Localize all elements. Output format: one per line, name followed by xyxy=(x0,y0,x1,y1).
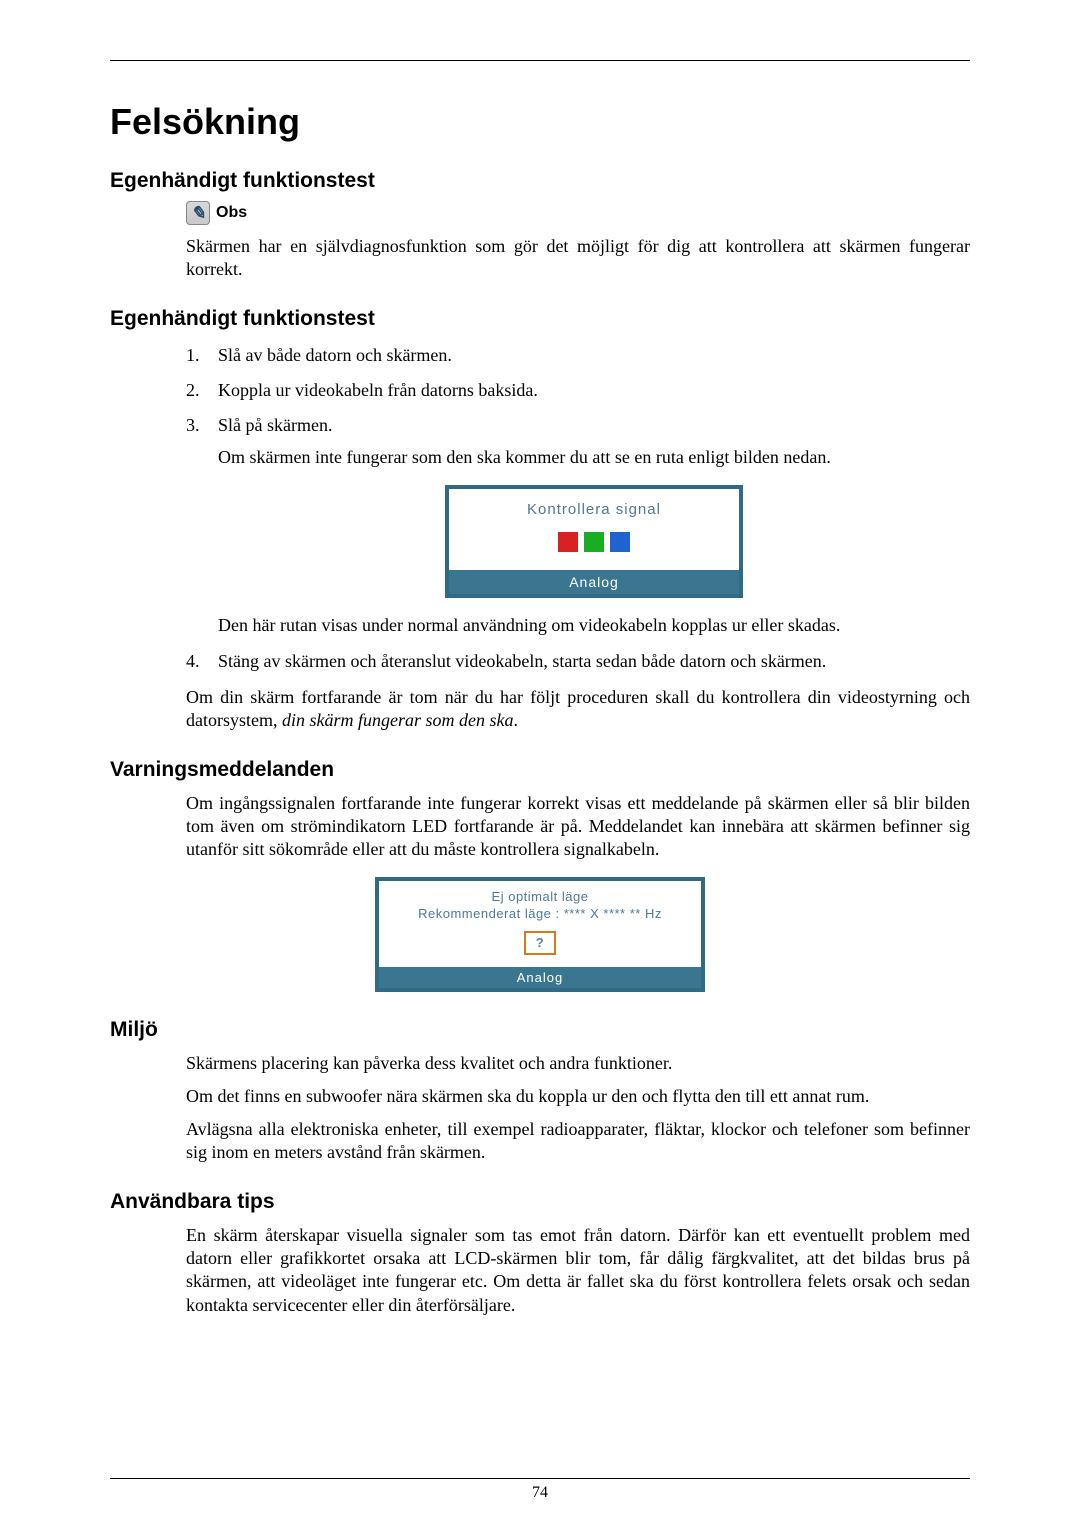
diagram2-help-icon: ? xyxy=(524,931,556,955)
bottom-rule xyxy=(110,1478,970,1479)
section-heading-warnings: Varningsmeddelanden xyxy=(110,758,970,782)
warnings-paragraph: Om ingångssignalen fortfarande inte fung… xyxy=(186,792,970,861)
step-1: Slå av både datorn och skärmen. xyxy=(186,345,970,366)
step-3-after-note: Den här rutan visas under normal användn… xyxy=(218,614,970,637)
diagram2-line2: Rekommenderat läge : **** X **** ** Hz xyxy=(387,906,693,921)
step-2-text: Koppla ur videokabeln från datorns baksi… xyxy=(218,380,538,400)
environment-p1: Skärmens placering kan påverka dess kval… xyxy=(186,1052,970,1075)
section-heading-selftest-steps: Egenhändigt funktionstest xyxy=(110,307,970,331)
section-heading-selftest-intro: Egenhändigt funktionstest xyxy=(110,169,970,193)
note-row: ✎ Obs xyxy=(186,201,970,225)
document-page: Felsökning Egenhändigt funktionstest ✎ O… xyxy=(0,0,1080,1527)
note-label: Obs xyxy=(216,204,247,222)
diagram-not-optimal: Ej optimalt läge Rekommenderat läge : **… xyxy=(110,877,970,992)
selftest-followup-suffix: . xyxy=(514,710,519,730)
green-square-icon xyxy=(584,532,604,552)
page-number: 74 xyxy=(0,1484,1080,1502)
section-heading-environment: Miljö xyxy=(110,1018,970,1042)
diagram2-footer: Analog xyxy=(379,967,701,988)
diagram1-title: Kontrollera signal xyxy=(459,501,729,518)
top-rule xyxy=(110,60,970,61)
diagram1-footer: Analog xyxy=(449,570,739,594)
note-icon: ✎ xyxy=(186,201,210,225)
diagram2-line1: Ej optimalt läge xyxy=(387,889,693,904)
step-4: Stäng av skärmen och återanslut videokab… xyxy=(186,651,970,672)
step-2: Koppla ur videokabeln från datorns baksi… xyxy=(186,380,970,401)
selftest-followup: Om din skärm fortfarande är tom när du h… xyxy=(186,686,970,732)
step-1-text: Slå av både datorn och skärmen. xyxy=(218,345,452,365)
selftest-intro-paragraph: Skärmen har en självdiagnosfunktion som … xyxy=(186,235,970,281)
step-3-note: Om skärmen inte fungerar som den ska kom… xyxy=(218,446,970,469)
environment-p2: Om det finns en subwoofer nära skärmen s… xyxy=(186,1085,970,1108)
diagram-check-signal: Kontrollera signal Analog xyxy=(218,485,970,598)
selftest-followup-emphasis: din skärm fungerar som den ska xyxy=(282,710,514,730)
blue-square-icon xyxy=(610,532,630,552)
page-title: Felsökning xyxy=(110,101,970,143)
red-square-icon xyxy=(558,532,578,552)
diagram1-color-squares xyxy=(459,532,729,552)
environment-p3: Avlägsna alla elektroniska enheter, till… xyxy=(186,1118,970,1164)
section-heading-tips: Användbara tips xyxy=(110,1190,970,1214)
step-3: Slå på skärmen. Om skärmen inte fungerar… xyxy=(186,415,970,637)
step-3-text: Slå på skärmen. xyxy=(218,415,332,435)
step-4-text: Stäng av skärmen och återanslut videokab… xyxy=(218,651,826,671)
tips-paragraph: En skärm återskapar visuella signaler so… xyxy=(186,1224,970,1316)
